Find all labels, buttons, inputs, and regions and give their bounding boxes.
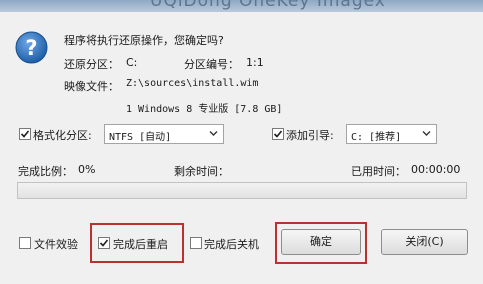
shutdown-after-label: 完成后关机 — [204, 238, 259, 251]
add-boot-label: 添加引导: — [286, 129, 334, 142]
add-boot-checkbox[interactable] — [272, 128, 284, 140]
chevron-down-icon — [209, 131, 218, 136]
question-icon: ? — [15, 31, 48, 64]
complete-ratio-value: 0% — [78, 163, 96, 176]
shutdown-after-checkbox[interactable] — [190, 237, 202, 249]
boot-drive-value: C: [推荐] — [351, 132, 402, 143]
elapsed-time-value: 00:00:00 — [411, 163, 461, 176]
close-button[interactable]: 关闭(C) — [381, 229, 468, 255]
ok-button[interactable]: 确定 — [281, 229, 361, 255]
partition-number-value: 1:1 — [246, 56, 264, 69]
verify-files-checkbox[interactable] — [19, 237, 31, 249]
format-partition-label: 格式化分区: — [33, 129, 92, 142]
restart-after-checkbox[interactable] — [98, 237, 110, 249]
file-system-value: NTFS [自动] — [109, 132, 172, 143]
confirm-question: 程序将执行还原操作，您确定吗? — [64, 34, 224, 47]
svg-text:?: ? — [25, 36, 37, 60]
file-system-dropdown[interactable]: NTFS [自动] — [104, 124, 224, 144]
restart-after-label: 完成后重启 — [113, 238, 168, 251]
title-bar: UQiDong OneKey Imagex — [0, 0, 483, 12]
complete-ratio-label: 完成比例： — [18, 165, 73, 178]
checkmark-icon — [20, 130, 30, 138]
restore-partition-value: C: — [126, 56, 138, 69]
window-title: UQiDong OneKey Imagex — [150, 0, 386, 11]
image-file-label: 映像文件： — [64, 80, 119, 93]
restore-partition-label: 还原分区： — [64, 58, 119, 71]
checkmark-icon — [99, 239, 109, 247]
checkmark-icon — [273, 130, 283, 138]
elapsed-time-label: 已用时间： — [351, 165, 406, 178]
partition-number-label: 分区编号： — [184, 58, 239, 71]
progress-bar — [17, 182, 467, 199]
restore-dialog: ? 程序将执行还原操作，您确定吗? 还原分区： C: 分区编号： 1:1 映像文… — [0, 12, 483, 284]
chevron-down-icon — [422, 131, 431, 136]
format-partition-checkbox[interactable] — [19, 128, 31, 140]
image-file-path: Z:\sources\install.wim — [126, 78, 259, 89]
verify-files-label: 文件效验 — [34, 238, 78, 251]
remaining-time-label: 剩余时间： — [174, 165, 229, 178]
image-edition: 1 Windows 8 专业版 [7.8 GB] — [126, 104, 283, 115]
boot-drive-dropdown[interactable]: C: [推荐] — [346, 124, 437, 144]
